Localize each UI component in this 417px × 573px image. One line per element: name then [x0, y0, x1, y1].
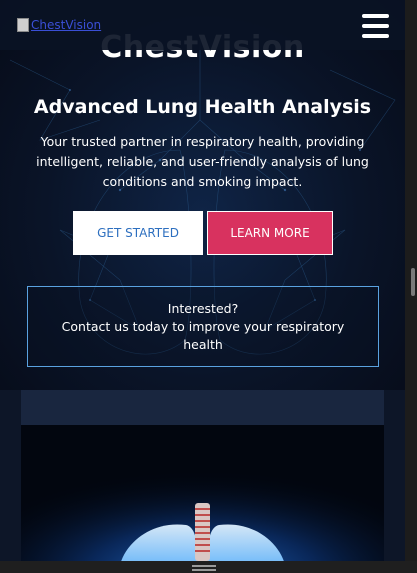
hero-tagline: Your trusted partner in respiratory heal…: [36, 134, 369, 189]
hero-headline: Advanced Lung Health Analysis: [33, 96, 372, 118]
navbar: ChestVision: [0, 0, 405, 50]
contact-line-interested: Interested?: [167, 301, 239, 316]
scrollbar-thumb[interactable]: [411, 268, 415, 296]
logo-link[interactable]: ChestVision: [17, 17, 101, 33]
logo-alt-text: ChestVision: [31, 18, 102, 32]
contact-box[interactable]: Interested? Contact us today to improve …: [27, 286, 379, 367]
learn-more-button[interactable]: LEARN MORE: [207, 211, 333, 255]
hamburger-menu-icon[interactable]: [362, 14, 390, 38]
contact-line-message: Contact us today to improve your respira…: [61, 319, 345, 352]
broken-image-icon: [17, 18, 29, 32]
lung-illustration: [21, 425, 384, 573]
resize-grip-icon: [192, 569, 216, 571]
hero-section: ChestVision Advanced Lung Health Analysi…: [0, 0, 405, 390]
get-started-button[interactable]: GET STARTED: [73, 211, 203, 255]
resize-bar[interactable]: [0, 561, 417, 573]
section-strip: [21, 390, 384, 425]
lung-image: [21, 425, 384, 573]
resize-grip-icon: [192, 565, 216, 567]
